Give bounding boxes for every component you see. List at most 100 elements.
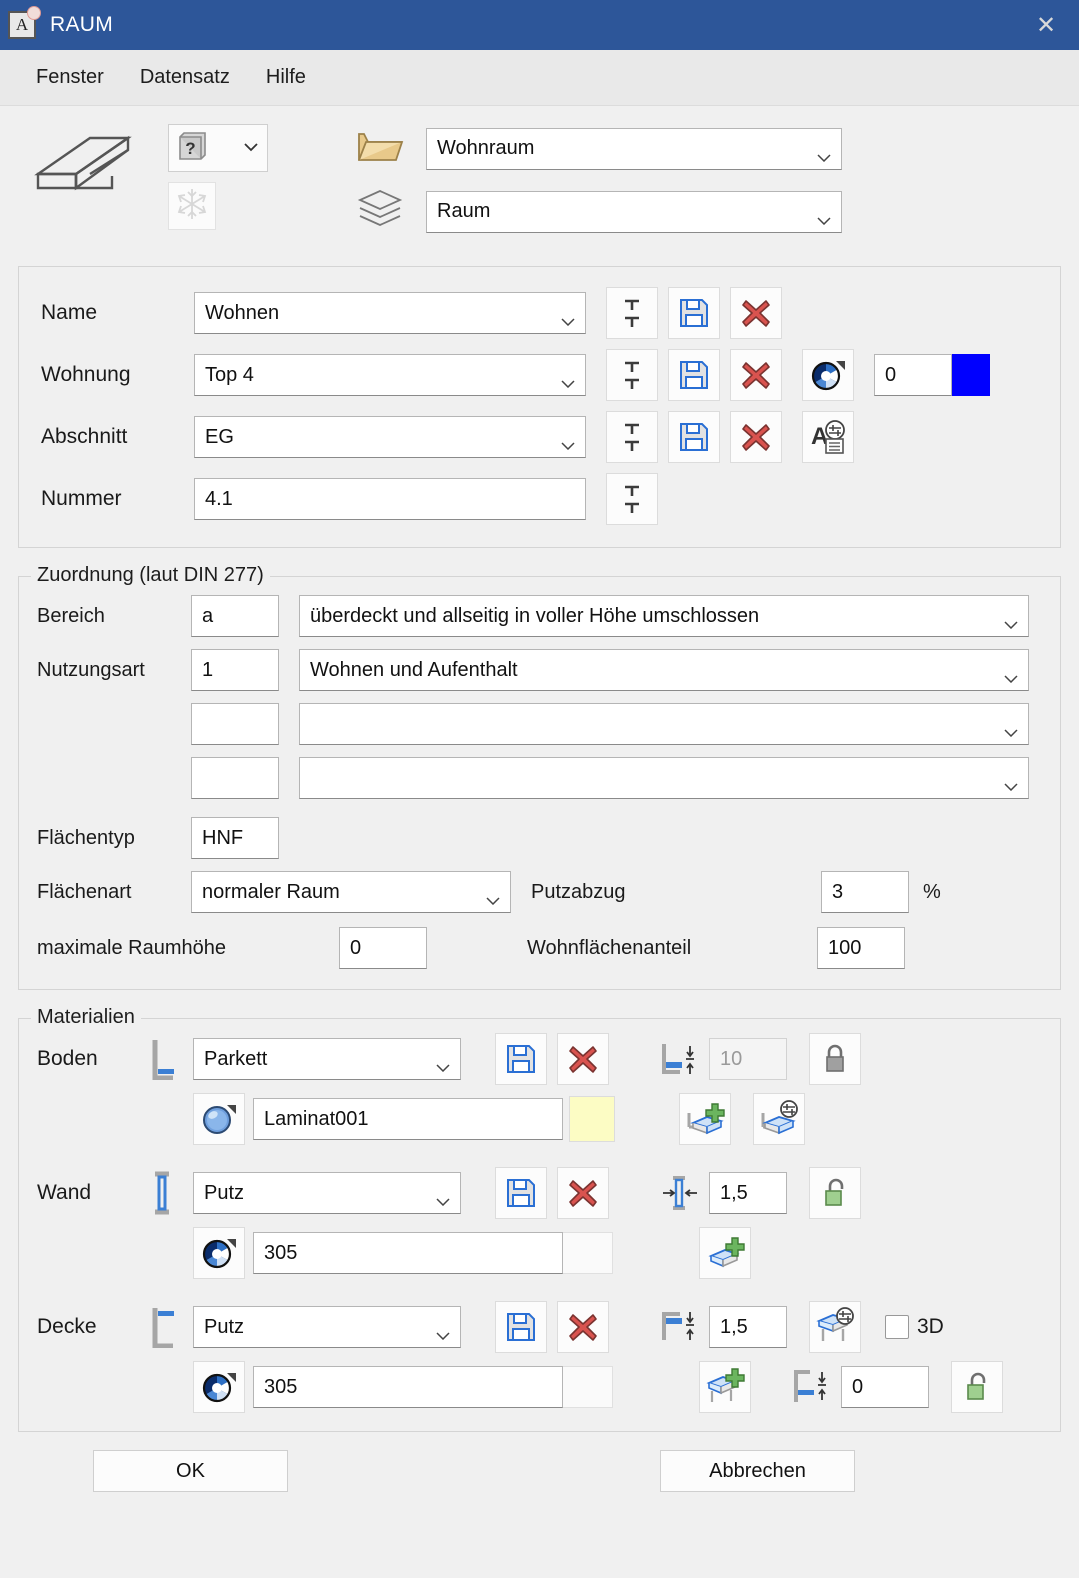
text-style-icon[interactable]: [606, 349, 658, 401]
raumhoehe-field[interactable]: 0: [339, 927, 427, 969]
decke-material-select[interactable]: Putz: [193, 1306, 461, 1348]
nutzungsart-label: Nutzungsart: [37, 658, 145, 681]
boden-surface-swatch[interactable]: [569, 1096, 615, 1142]
delete-icon[interactable]: [557, 1167, 609, 1219]
wall-edge-icon: [139, 1171, 185, 1215]
menu-item-datensatz[interactable]: Datensatz: [126, 60, 244, 95]
bereich-code-field[interactable]: a: [191, 595, 279, 637]
text-style-icon[interactable]: [606, 473, 658, 525]
extra-code-field-2[interactable]: [191, 757, 279, 799]
wand-thickness-field[interactable]: 1,5: [709, 1172, 787, 1214]
flaechenart-label: Flächenart: [37, 880, 132, 903]
lock-open-icon[interactable]: [951, 1361, 1003, 1413]
ceiling-edge-icon: [139, 1306, 185, 1348]
color-swatch[interactable]: [952, 354, 990, 396]
cancel-button[interactable]: Abbrechen: [660, 1450, 855, 1492]
add-ceiling-layer-icon[interactable]: [699, 1361, 751, 1413]
extra-description-select-2[interactable]: [299, 757, 1029, 799]
add-wall-layer-icon[interactable]: [699, 1227, 751, 1279]
delete-icon[interactable]: [730, 411, 782, 463]
delete-icon[interactable]: [730, 287, 782, 339]
decke-thickness-field[interactable]: 1,5: [709, 1306, 787, 1348]
chevron-down-icon: [243, 139, 259, 157]
extra-row-2: [19, 757, 1060, 799]
wohnung-label: Wohnung: [41, 363, 131, 386]
boden-thickness-field[interactable]: 10: [709, 1038, 787, 1080]
lock-closed-icon[interactable]: [809, 1033, 861, 1085]
wand-surface-row: 305: [19, 1227, 1060, 1279]
bereich-description-value: überdeckt und allseitig in voller Höhe u…: [310, 604, 760, 627]
wand-surface-field[interactable]: 305: [253, 1232, 563, 1274]
close-icon[interactable]: ✕: [1013, 0, 1079, 50]
chevron-down-icon: [1004, 612, 1018, 630]
edit-ceiling-layer-icon[interactable]: [809, 1301, 861, 1353]
save-icon[interactable]: [668, 349, 720, 401]
decke-surface-value: 305: [264, 1375, 298, 1398]
freeze-button[interactable]: [168, 182, 216, 230]
layer-select[interactable]: Raum: [426, 190, 842, 233]
save-icon[interactable]: [668, 411, 720, 463]
book-question-icon: ?: [175, 129, 209, 168]
bereich-row: Bereich a überdeckt und allseitig in vol…: [19, 595, 1060, 637]
decke-offset-field[interactable]: 0: [841, 1366, 929, 1408]
chevron-down-icon: [436, 1189, 450, 1207]
color-wheel-icon[interactable]: [802, 349, 854, 401]
text-style-icon[interactable]: [606, 287, 658, 339]
boden-material-value: Parkett: [204, 1047, 268, 1070]
extra-description-select-1[interactable]: [299, 703, 1029, 745]
nutzungsart-code-field[interactable]: 1: [191, 649, 279, 691]
wand-material-select[interactable]: Putz: [193, 1172, 461, 1214]
delete-icon[interactable]: [557, 1301, 609, 1353]
boden-material-select[interactable]: Parkett: [193, 1038, 461, 1080]
color-wheel-icon[interactable]: [193, 1361, 245, 1413]
decke-surface-swatch[interactable]: [563, 1366, 613, 1408]
app-icon-letter: A: [15, 15, 29, 34]
decke-3d-label: 3D: [917, 1315, 944, 1338]
putzabzug-label: Putzabzug: [531, 880, 626, 903]
wohnflaechenanteil-value: 100: [828, 936, 862, 959]
chevron-down-icon: [561, 433, 575, 451]
wohnung-select[interactable]: Top 4: [194, 354, 586, 396]
text-attributes-icon[interactable]: A: [802, 411, 854, 463]
save-icon[interactable]: [495, 1033, 547, 1085]
extra-code-field-1[interactable]: [191, 703, 279, 745]
chevron-down-icon: [561, 371, 575, 389]
wand-surface-value: 305: [264, 1241, 298, 1264]
save-icon[interactable]: [668, 287, 720, 339]
nummer-field[interactable]: 4.1: [194, 478, 586, 520]
text-style-icon[interactable]: [606, 411, 658, 463]
save-icon[interactable]: [495, 1301, 547, 1353]
decke-surface-field[interactable]: 305: [253, 1366, 563, 1408]
folder-select[interactable]: Wohnraum: [426, 127, 842, 170]
flaechenart-select[interactable]: normaler Raum: [191, 871, 511, 913]
putzabzug-unit: %: [923, 880, 941, 903]
wohnflaechenanteil-field[interactable]: 100: [817, 927, 905, 969]
putzabzug-field[interactable]: 3: [821, 871, 909, 913]
pen-number-field[interactable]: 0: [874, 354, 952, 396]
title-bar: A RAUM ✕: [0, 0, 1079, 50]
add-floor-layer-icon[interactable]: [679, 1093, 731, 1145]
raumhoehe-label: maximale Raumhöhe: [37, 936, 226, 959]
menu-item-fenster[interactable]: Fenster: [22, 60, 118, 95]
edit-floor-layer-icon[interactable]: [753, 1093, 805, 1145]
lock-open-icon[interactable]: [809, 1167, 861, 1219]
delete-icon[interactable]: [557, 1033, 609, 1085]
help-book-dropdown[interactable]: ?: [168, 124, 268, 172]
decke-3d-checkbox[interactable]: [885, 1315, 909, 1339]
flaechentyp-row: Flächentyp HNF: [19, 817, 1060, 859]
menu-item-hilfe[interactable]: Hilfe: [252, 60, 320, 95]
nutzungsart-description-select[interactable]: Wohnen und Aufenthalt: [299, 649, 1029, 691]
flaechentyp-field[interactable]: HNF: [191, 817, 279, 859]
bereich-description-select[interactable]: überdeckt und allseitig in voller Höhe u…: [299, 595, 1029, 637]
save-icon[interactable]: [495, 1167, 547, 1219]
bereich-code-value: a: [202, 604, 214, 627]
name-select[interactable]: Wohnen: [194, 292, 586, 334]
boden-surface-field[interactable]: Laminat001: [253, 1098, 563, 1140]
ok-button[interactable]: OK: [93, 1450, 288, 1492]
abschnitt-select[interactable]: EG: [194, 416, 586, 458]
wand-surface-swatch[interactable]: [563, 1232, 613, 1274]
raumhoehe-value: 0: [350, 936, 362, 959]
sphere-material-icon[interactable]: [193, 1093, 245, 1145]
color-wheel-icon[interactable]: [193, 1227, 245, 1279]
delete-icon[interactable]: [730, 349, 782, 401]
